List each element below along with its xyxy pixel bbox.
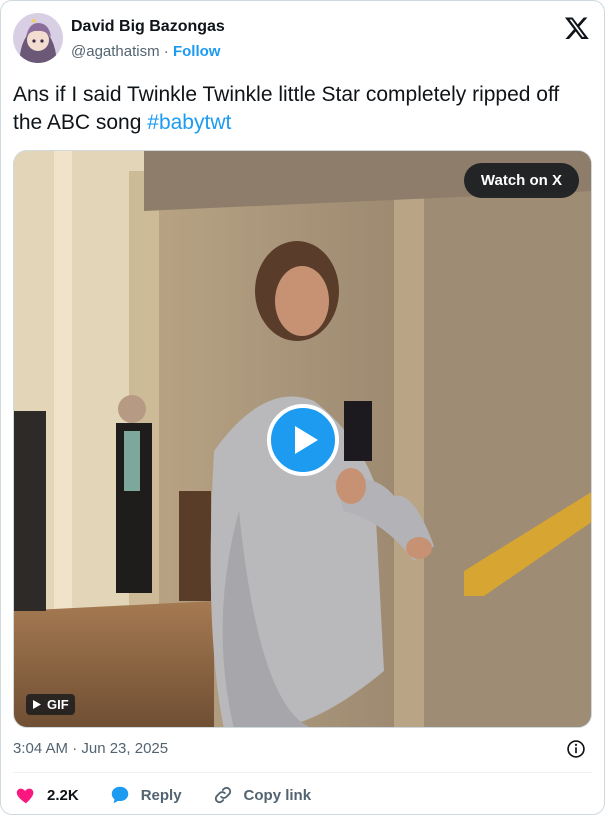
play-icon[interactable] — [266, 403, 340, 477]
follow-button[interactable]: Follow — [173, 43, 221, 60]
video-media[interactable]: Watch on X GIF — [13, 150, 592, 728]
divider — [13, 772, 592, 773]
reply-button[interactable]: Reply — [109, 784, 182, 806]
gif-label: GIF — [47, 697, 69, 712]
reply-label: Reply — [140, 786, 182, 804]
handle-row: @agathatism · Follow — [71, 43, 220, 60]
handle[interactable]: @agathatism — [71, 43, 160, 60]
small-play-icon — [33, 700, 41, 709]
like-count: 2.2K — [47, 786, 79, 804]
copy-link-label: Copy link — [243, 786, 312, 804]
display-name[interactable]: David Big Bazongas — [71, 18, 225, 36]
tweet-body: Ans if I said Twinkle Twinkle little Sta… — [13, 83, 560, 134]
tweet-text: Ans if I said Twinkle Twinkle little Sta… — [13, 81, 588, 137]
info-icon[interactable] — [566, 739, 586, 759]
avatar[interactable] — [13, 13, 63, 63]
gif-badge: GIF — [26, 694, 75, 715]
copy-link-button[interactable]: Copy link — [212, 784, 312, 806]
reply-bubble-icon — [111, 786, 128, 804]
like-button[interactable]: 2.2K — [15, 784, 79, 806]
hashtag-link[interactable]: #babytwt — [147, 111, 231, 134]
timestamp[interactable]: 3:04 AM · Jun 23, 2025 — [13, 740, 168, 757]
link-icon — [214, 786, 231, 804]
heart-icon — [16, 788, 34, 804]
separator: · — [163, 43, 169, 60]
tweet-card: David Big Bazongas @agathatism · Follow … — [0, 0, 605, 815]
action-bar: 2.2K Reply Copy link — [15, 784, 311, 806]
watch-on-x-button[interactable]: Watch on X — [463, 163, 579, 198]
x-logo-icon[interactable] — [564, 15, 590, 41]
